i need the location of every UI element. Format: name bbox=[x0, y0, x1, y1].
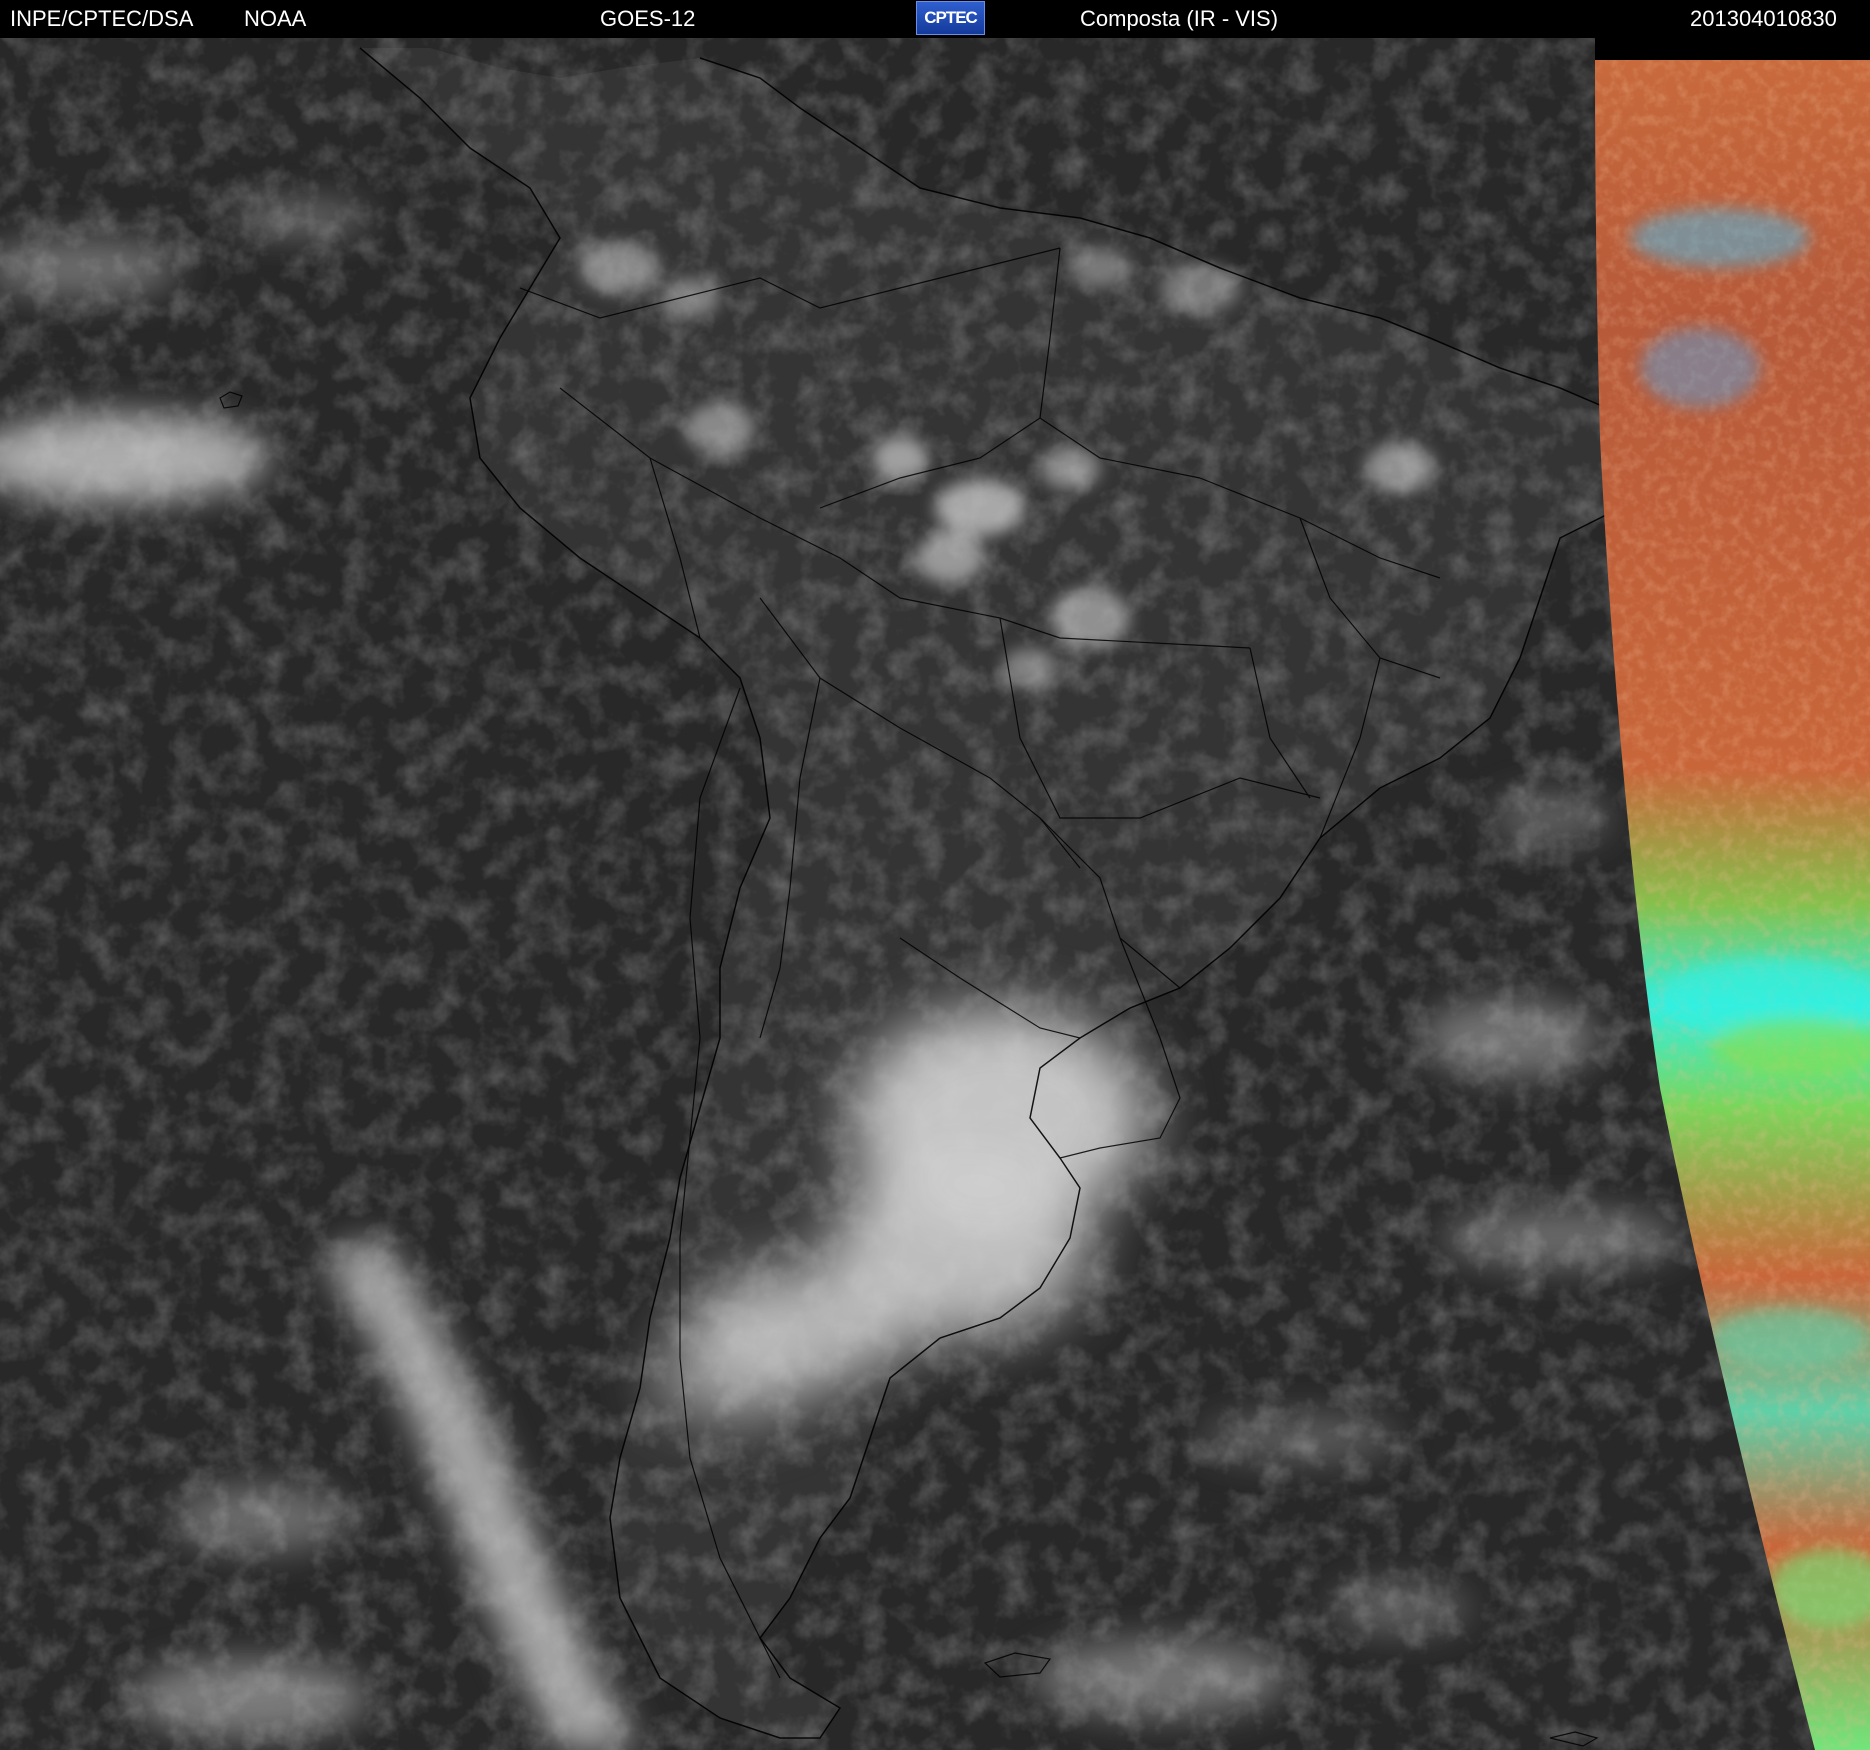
satellite-composite-map bbox=[0, 38, 1870, 1750]
timestamp-label: 201304010830 bbox=[1690, 6, 1837, 31]
product-label: Composta (IR - VIS) bbox=[1080, 6, 1279, 31]
satellite-label: GOES-12 bbox=[600, 6, 696, 31]
header-bar: INPE/CPTEC/DSA NOAA GOES-12 CPTEC Compos… bbox=[0, 0, 1870, 38]
satellite-image bbox=[0, 38, 1870, 1750]
agency-label: INPE/CPTEC/DSA bbox=[10, 6, 194, 31]
source-label: NOAA bbox=[244, 6, 307, 31]
logo-text: CPTEC bbox=[924, 8, 978, 27]
cptec-logo-icon: CPTEC bbox=[916, 1, 985, 35]
